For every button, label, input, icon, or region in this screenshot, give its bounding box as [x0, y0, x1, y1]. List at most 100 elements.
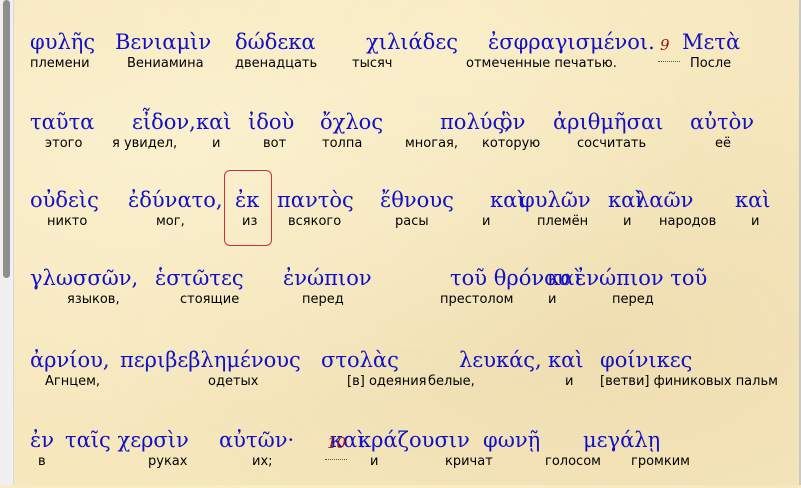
greek-word-text[interactable]: καὶ — [548, 348, 584, 372]
verse-number[interactable]: 10 — [327, 434, 346, 452]
greek-word[interactable]: αὐτῶν· — [219, 428, 294, 452]
greek-word[interactable]: ἔθνους — [380, 188, 454, 212]
russian-translation: этого — [45, 136, 83, 151]
vertical-scrollbar[interactable] — [0, 0, 14, 485]
greek-word-text[interactable]: ὄχλος — [320, 110, 383, 134]
greek-word[interactable]: χιλιάδες — [366, 30, 458, 54]
greek-word[interactable]: ἐνώπιον τοῦ — [575, 266, 707, 290]
greek-word-text[interactable]: ἀριθμῆσαι — [553, 110, 663, 134]
greek-word-text[interactable]: στολὰς — [321, 348, 399, 372]
greek-word[interactable]: ἐνώπιον — [283, 266, 372, 290]
greek-word[interactable]: ταῖς χερσὶν — [65, 428, 189, 452]
greek-word-text[interactable]: κράζουσιν — [358, 428, 470, 452]
greek-word[interactable]: οὐδεὶς — [30, 188, 99, 212]
greek-word[interactable]: ταῦτα — [30, 110, 94, 134]
greek-word[interactable]: εἶδον, — [132, 110, 196, 134]
greek-word-text[interactable]: καὶ — [735, 188, 771, 212]
greek-word-text[interactable]: φοίνικες — [600, 348, 692, 372]
verse-number[interactable]: 9 — [660, 36, 670, 54]
greek-word-text[interactable]: φωνῇ — [483, 428, 540, 452]
greek-word-text[interactable]: ἑστῶτες — [155, 266, 244, 290]
greek-word[interactable]: Μετὰ — [682, 30, 740, 54]
greek-word[interactable]: ἀρνίου, — [30, 348, 110, 372]
russian-translation: Вениамина — [127, 56, 204, 71]
greek-word[interactable]: στολὰς — [321, 348, 399, 372]
greek-word-text[interactable]: δώδεκα — [235, 30, 316, 54]
greek-word-text[interactable]: ἐσφραγισμένοι. — [488, 30, 655, 54]
scrollbar-thumb[interactable] — [3, 0, 10, 278]
greek-word-text[interactable]: παντὸς — [277, 188, 354, 212]
greek-word-text[interactable]: αὐτῶν· — [219, 428, 294, 452]
greek-word-text[interactable]: ἐνώπιον — [283, 266, 372, 290]
russian-translation: и — [565, 374, 574, 389]
greek-word[interactable]: φυλῆς — [30, 30, 95, 54]
greek-word[interactable]: ἰδοὺ — [248, 110, 294, 134]
greek-word[interactable]: ὄχλος — [320, 110, 383, 134]
greek-word-text[interactable]: φυλῶν — [520, 188, 591, 212]
verse-line: φυλῆς племени Βενιαμὶν Вениамина δώδεκα двена… — [30, 30, 790, 90]
greek-word-text[interactable]: ἐνώπιον τοῦ — [575, 266, 707, 290]
greek-word-text[interactable]: αὐτὸν — [690, 110, 754, 134]
greek-word[interactable]: γλωσσῶν, — [30, 266, 138, 290]
russian-translation: многая, — [405, 136, 459, 151]
greek-word-text[interactable]: λευκάς, — [459, 348, 542, 372]
russian-translation: [в] одеяния — [347, 374, 427, 389]
greek-word[interactable]: ἐν — [30, 428, 54, 452]
greek-word[interactable]: μεγάλῃ — [583, 428, 660, 452]
greek-word[interactable]: Βενιαμὶν — [115, 30, 211, 54]
russian-translation: никто — [47, 214, 88, 229]
greek-word[interactable]: καὶ — [735, 188, 771, 212]
greek-word-text[interactable]: φυλῆς — [30, 30, 95, 54]
russian-translation: всякого — [288, 214, 342, 229]
greek-word-text[interactable]: χιλιάδες — [366, 30, 458, 54]
greek-word-text[interactable]: ἀρνίου, — [30, 348, 110, 372]
greek-word[interactable]: ὃν — [500, 110, 525, 134]
russian-translation: вот — [263, 136, 287, 151]
greek-word[interactable]: περιβεβλημένους — [120, 348, 301, 372]
russian-translation: языков, — [67, 292, 120, 307]
greek-word-text[interactable]: Μετὰ — [682, 30, 740, 54]
greek-word[interactable]: φωνῇ — [483, 428, 540, 452]
greek-word[interactable]: λαῶν — [636, 188, 693, 212]
greek-word[interactable]: φυλῶν — [520, 188, 591, 212]
greek-word-text[interactable]: οὐδεὶς — [30, 188, 99, 212]
russian-translation: тысяч — [352, 56, 393, 71]
russian-translation: мог, — [156, 214, 185, 229]
russian-translation: Агнцем, — [45, 374, 101, 389]
greek-word[interactable]: ἐδύνατο, — [128, 188, 223, 212]
russian-translation: в — [38, 454, 46, 469]
greek-word-text[interactable]: εἶδον, — [132, 110, 196, 134]
russian-translation: отмеченные печатью. — [466, 56, 617, 71]
greek-word[interactable]: ἐσφραγισμένοι. — [488, 30, 655, 54]
greek-word[interactable]: καὶ — [548, 348, 584, 372]
russian-translation: я увидел, — [112, 136, 178, 151]
greek-word[interactable]: καὶ — [196, 110, 232, 134]
selection-highlight — [224, 170, 272, 246]
greek-word-text[interactable]: Βενιαμὶν — [115, 30, 211, 54]
greek-word-text[interactable]: λαῶν — [636, 188, 693, 212]
greek-word-text[interactable]: μεγάλῃ — [583, 428, 660, 452]
russian-translation: двенадцать — [235, 56, 318, 71]
verse-number-dotted-underline — [325, 459, 347, 460]
greek-word-text[interactable]: περιβεβλημένους — [120, 348, 301, 372]
greek-word[interactable]: παντὸς — [277, 188, 354, 212]
russian-translation: белые, — [428, 374, 475, 389]
greek-word-text[interactable]: ἰδοὺ — [248, 110, 294, 134]
greek-word[interactable]: φοίνικες — [600, 348, 692, 372]
greek-word-text[interactable]: ἔθνους — [380, 188, 454, 212]
greek-word[interactable]: λευκάς, — [459, 348, 542, 372]
greek-word[interactable]: ἑστῶτες — [155, 266, 244, 290]
greek-word-text[interactable]: ἐδύνατο, — [128, 188, 223, 212]
greek-word[interactable]: κράζουσιν — [358, 428, 470, 452]
russian-translation: и — [482, 214, 491, 229]
greek-word-text[interactable]: ὃν — [500, 110, 525, 134]
greek-word[interactable]: δώδεκα — [235, 30, 316, 54]
greek-word-text[interactable]: ἐν — [30, 428, 54, 452]
greek-word-text[interactable]: γλωσσῶν, — [30, 266, 138, 290]
russian-translation: и — [623, 214, 632, 229]
greek-word-text[interactable]: ταῖς χερσὶν — [65, 428, 189, 452]
greek-word-text[interactable]: ταῦτα — [30, 110, 94, 134]
greek-word[interactable]: αὐτὸν — [690, 110, 754, 134]
greek-word[interactable]: ἀριθμῆσαι — [553, 110, 663, 134]
greek-word-text[interactable]: καὶ — [196, 110, 232, 134]
